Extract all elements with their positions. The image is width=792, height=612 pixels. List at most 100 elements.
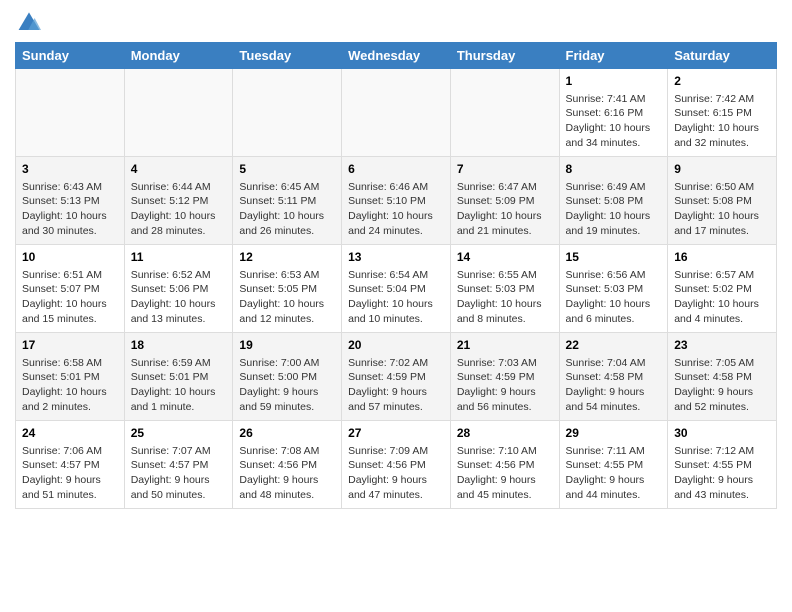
calendar-cell: 15 Sunrise: 6:56 AM Sunset: 5:03 PM Dayli… (559, 245, 668, 333)
day-info: Sunrise: 7:41 AM Sunset: 6:16 PM Dayligh… (566, 92, 662, 151)
calendar-cell: 13 Sunrise: 6:54 AM Sunset: 5:04 PM Dayli… (342, 245, 451, 333)
day-number: 27 (348, 425, 444, 442)
calendar-cell: 29 Sunrise: 7:11 AM Sunset: 4:55 PM Dayli… (559, 421, 668, 509)
calendar-cell: 7 Sunrise: 6:47 AM Sunset: 5:09 PM Daylig… (450, 157, 559, 245)
calendar-cell (124, 69, 233, 157)
calendar-cell: 6Sunrise: 6:46 AM Sunset: 5:10 PM Daylig… (342, 157, 451, 245)
day-number: 30 (674, 425, 770, 442)
day-number: 15 (566, 249, 662, 266)
logo (15, 10, 41, 34)
day-info: Sunrise: 7:02 AM Sunset: 4:59 PM Dayligh… (348, 356, 444, 415)
calendar-cell: 1 Sunrise: 7:41 AM Sunset: 6:16 PM Daylig… (559, 69, 668, 157)
calendar-header-saturday: Saturday (668, 43, 777, 69)
calendar-header-wednesday: Wednesday (342, 43, 451, 69)
day-info: Sunrise: 6:57 AM Sunset: 5:02 PM Dayligh… (674, 268, 770, 327)
calendar-table: SundayMondayTuesdayWednesdayThursdayFrid… (15, 42, 777, 509)
day-number: 29 (566, 425, 662, 442)
calendar-cell: 5 Sunrise: 6:45 AM Sunset: 5:11 PM Daylig… (233, 157, 342, 245)
day-info: Sunrise: 7:12 AM Sunset: 4:55 PM Dayligh… (674, 444, 770, 503)
day-number: 18 (131, 337, 227, 354)
day-number: 13 (348, 249, 444, 266)
calendar-cell: 28 Sunrise: 7:10 AM Sunset: 4:56 PM Dayli… (450, 421, 559, 509)
day-number: 20 (348, 337, 444, 354)
day-info: Sunrise: 7:06 AM Sunset: 4:57 PM Dayligh… (22, 444, 118, 503)
day-info: Sunrise: 6:55 AM Sunset: 5:03 PM Dayligh… (457, 268, 553, 327)
calendar-cell: 17Sunrise: 6:58 AM Sunset: 5:01 PM Dayli… (16, 333, 125, 421)
calendar-cell: 30 Sunrise: 7:12 AM Sunset: 4:55 PM Dayli… (668, 421, 777, 509)
day-info: Sunrise: 6:56 AM Sunset: 5:03 PM Dayligh… (566, 268, 662, 327)
day-info: Sunrise: 7:03 AM Sunset: 4:59 PM Dayligh… (457, 356, 553, 415)
calendar-cell: 12Sunrise: 6:53 AM Sunset: 5:05 PM Dayli… (233, 245, 342, 333)
calendar-week-1: 1 Sunrise: 7:41 AM Sunset: 6:16 PM Daylig… (16, 69, 777, 157)
day-number: 28 (457, 425, 553, 442)
day-number: 1 (566, 73, 662, 90)
day-number: 24 (22, 425, 118, 442)
header (15, 10, 777, 34)
day-info: Sunrise: 6:44 AM Sunset: 5:12 PM Dayligh… (131, 180, 227, 239)
logo-icon (17, 10, 41, 34)
calendar-cell: 8 Sunrise: 6:49 AM Sunset: 5:08 PM Daylig… (559, 157, 668, 245)
calendar-cell (233, 69, 342, 157)
day-info: Sunrise: 6:47 AM Sunset: 5:09 PM Dayligh… (457, 180, 553, 239)
day-number: 16 (674, 249, 770, 266)
calendar-cell: 3Sunrise: 6:43 AM Sunset: 5:13 PM Daylig… (16, 157, 125, 245)
logo-line (15, 10, 41, 34)
calendar-header-sunday: Sunday (16, 43, 125, 69)
day-info: Sunrise: 6:43 AM Sunset: 5:13 PM Dayligh… (22, 180, 118, 239)
calendar-cell: 21 Sunrise: 7:03 AM Sunset: 4:59 PM Dayli… (450, 333, 559, 421)
calendar-cell: 10 Sunrise: 6:51 AM Sunset: 5:07 PM Dayli… (16, 245, 125, 333)
calendar-header-friday: Friday (559, 43, 668, 69)
page: SundayMondayTuesdayWednesdayThursdayFrid… (0, 0, 792, 519)
day-number: 10 (22, 249, 118, 266)
calendar-week-3: 10 Sunrise: 6:51 AM Sunset: 5:07 PM Dayli… (16, 245, 777, 333)
day-info: Sunrise: 6:53 AM Sunset: 5:05 PM Dayligh… (239, 268, 335, 327)
day-info: Sunrise: 6:50 AM Sunset: 5:08 PM Dayligh… (674, 180, 770, 239)
day-number: 21 (457, 337, 553, 354)
calendar-cell: 20 Sunrise: 7:02 AM Sunset: 4:59 PM Dayli… (342, 333, 451, 421)
calendar-header-thursday: Thursday (450, 43, 559, 69)
calendar-header-row: SundayMondayTuesdayWednesdayThursdayFrid… (16, 43, 777, 69)
calendar-cell: 23Sunrise: 7:05 AM Sunset: 4:58 PM Dayli… (668, 333, 777, 421)
calendar-cell (16, 69, 125, 157)
day-number: 9 (674, 161, 770, 178)
day-number: 4 (131, 161, 227, 178)
calendar-cell: 9 Sunrise: 6:50 AM Sunset: 5:08 PM Daylig… (668, 157, 777, 245)
calendar-cell: 11Sunrise: 6:52 AM Sunset: 5:06 PM Dayli… (124, 245, 233, 333)
day-info: Sunrise: 7:42 AM Sunset: 6:15 PM Dayligh… (674, 92, 770, 151)
day-info: Sunrise: 6:49 AM Sunset: 5:08 PM Dayligh… (566, 180, 662, 239)
day-number: 6 (348, 161, 444, 178)
calendar-week-5: 24 Sunrise: 7:06 AM Sunset: 4:57 PM Dayli… (16, 421, 777, 509)
day-number: 23 (674, 337, 770, 354)
day-info: Sunrise: 7:04 AM Sunset: 4:58 PM Dayligh… (566, 356, 662, 415)
day-info: Sunrise: 6:52 AM Sunset: 5:06 PM Dayligh… (131, 268, 227, 327)
calendar-cell (342, 69, 451, 157)
calendar-cell: 2 Sunrise: 7:42 AM Sunset: 6:15 PM Daylig… (668, 69, 777, 157)
calendar-cell: 22 Sunrise: 7:04 AM Sunset: 4:58 PM Dayli… (559, 333, 668, 421)
calendar-cell: 4 Sunrise: 6:44 AM Sunset: 5:12 PM Daylig… (124, 157, 233, 245)
day-info: Sunrise: 7:00 AM Sunset: 5:00 PM Dayligh… (239, 356, 335, 415)
logo-text-block (15, 10, 41, 34)
calendar-cell: 25Sunrise: 7:07 AM Sunset: 4:57 PM Dayli… (124, 421, 233, 509)
day-info: Sunrise: 6:54 AM Sunset: 5:04 PM Dayligh… (348, 268, 444, 327)
day-number: 26 (239, 425, 335, 442)
calendar-header-monday: Monday (124, 43, 233, 69)
calendar-cell: 26Sunrise: 7:08 AM Sunset: 4:56 PM Dayli… (233, 421, 342, 509)
day-info: Sunrise: 7:09 AM Sunset: 4:56 PM Dayligh… (348, 444, 444, 503)
day-number: 5 (239, 161, 335, 178)
day-number: 2 (674, 73, 770, 90)
calendar-week-4: 17Sunrise: 6:58 AM Sunset: 5:01 PM Dayli… (16, 333, 777, 421)
day-info: Sunrise: 7:11 AM Sunset: 4:55 PM Dayligh… (566, 444, 662, 503)
day-number: 25 (131, 425, 227, 442)
day-number: 7 (457, 161, 553, 178)
day-info: Sunrise: 7:10 AM Sunset: 4:56 PM Dayligh… (457, 444, 553, 503)
calendar-cell (450, 69, 559, 157)
calendar-cell: 19 Sunrise: 7:00 AM Sunset: 5:00 PM Dayli… (233, 333, 342, 421)
calendar-cell: 14Sunrise: 6:55 AM Sunset: 5:03 PM Dayli… (450, 245, 559, 333)
day-number: 22 (566, 337, 662, 354)
day-info: Sunrise: 6:51 AM Sunset: 5:07 PM Dayligh… (22, 268, 118, 327)
day-number: 19 (239, 337, 335, 354)
day-number: 8 (566, 161, 662, 178)
day-info: Sunrise: 6:45 AM Sunset: 5:11 PM Dayligh… (239, 180, 335, 239)
calendar-cell: 24 Sunrise: 7:06 AM Sunset: 4:57 PM Dayli… (16, 421, 125, 509)
day-info: Sunrise: 6:59 AM Sunset: 5:01 PM Dayligh… (131, 356, 227, 415)
